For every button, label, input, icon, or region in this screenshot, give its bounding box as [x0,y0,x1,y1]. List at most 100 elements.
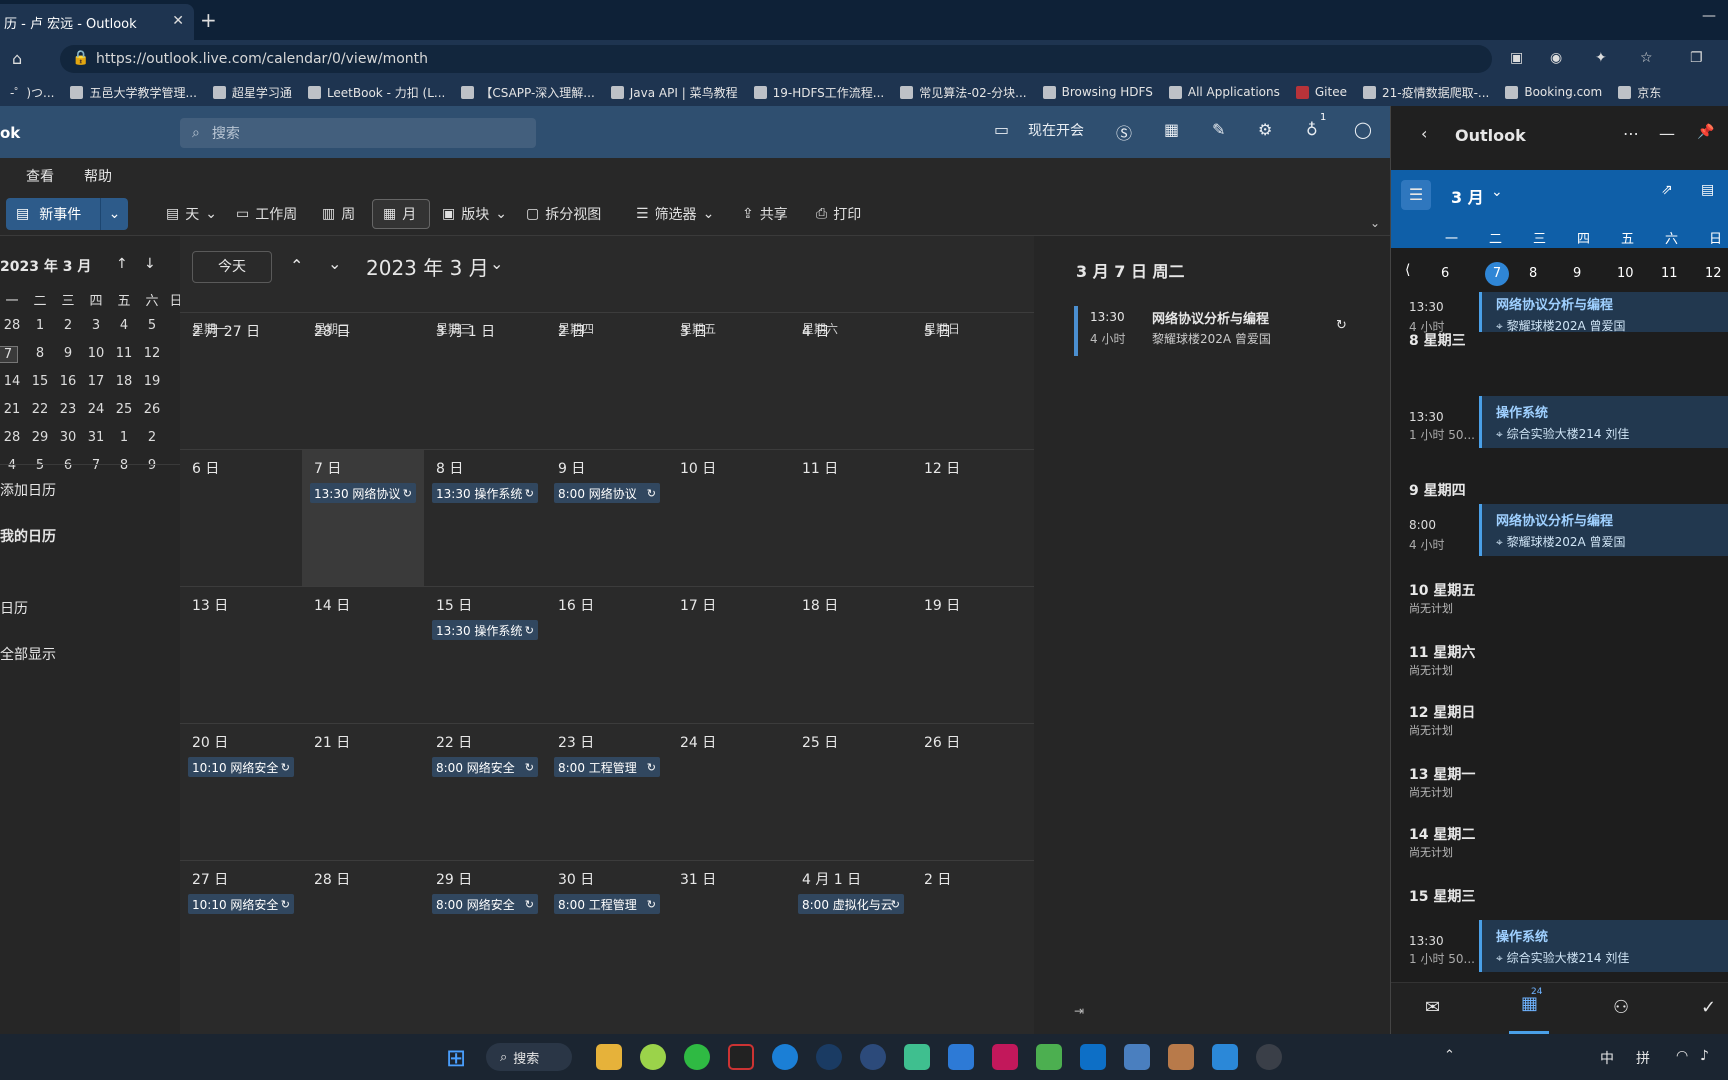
day-cell[interactable]: 16 日 [546,586,668,723]
calendar-event[interactable]: 8:00 工程管理 ↻ [554,757,660,777]
mini-cal-day[interactable]: 7 [82,458,110,473]
app-icon[interactable] [1036,1044,1062,1070]
mini-cal-day[interactable]: 3 [82,318,110,333]
calendar-view-icon[interactable]: ▤ [1701,182,1714,198]
day-cell[interactable]: 28 日 [302,312,424,449]
new-event-button[interactable]: ▤ 新事件 ⌄ [6,198,128,230]
gear-icon[interactable]: ⚙ [1258,120,1272,139]
meet-now-button[interactable]: 现在开会 [1028,120,1084,140]
favorites-icon[interactable]: ☆ [1640,50,1653,66]
day-cell[interactable]: 15 日 13:30 操作系统 ↻ [424,586,546,723]
side-day[interactable]: 6 [1441,266,1449,281]
calendar-app-icon[interactable] [1212,1044,1238,1070]
mail-icon[interactable]: ✉ [1425,997,1440,1018]
view-month-button[interactable]: ▦ 月 [372,199,430,229]
day-cell[interactable]: 29 日 8:00 网络安全 ↻ [424,860,546,997]
filter-button[interactable]: ☰ 筛选器 ⌄ [636,199,714,229]
day-cell[interactable]: 10 日 [668,449,790,586]
mini-cal-day[interactable]: 18 [110,374,138,389]
mini-cal-day[interactable]: 22 [26,402,54,417]
bookmark-item[interactable]: 超星学习通 [212,84,292,101]
check-icon[interactable]: ✓ [1701,997,1716,1018]
chevron-up-icon[interactable]: ⌃ [290,256,303,275]
bookmark-item[interactable]: 【CSAPP-深入理解... [461,84,595,101]
bookmark-item[interactable]: -゜)つ... [10,84,54,101]
chevron-down-icon[interactable]: ⌄ [1491,184,1503,200]
view-board-button[interactable]: ▣ 版块 ⌄ [442,199,507,229]
mini-cal-day[interactable]: 7 [0,346,18,363]
day-cell[interactable]: 5 日 [912,312,1034,449]
bookmark-item[interactable]: Gitee [1295,85,1347,99]
mini-cal-day[interactable]: 23 [54,402,82,417]
chevron-down-icon[interactable]: ⌄ [490,254,503,273]
bookmark-item[interactable]: 常见算法-02-分块... [900,84,1027,101]
mini-cal-day[interactable]: 2 [138,430,166,445]
mini-cal-day[interactable]: 28 [0,430,26,445]
day-cell[interactable]: 6 日 [180,449,302,586]
calendar-event[interactable]: 8:00 网络安全 ↻ [432,894,538,914]
mini-cal-day[interactable]: 1 [26,318,54,333]
more-icon[interactable]: ⋯ [1623,124,1639,143]
day-cell[interactable]: 4 日 [790,312,912,449]
mini-cal-day[interactable]: 17 [82,374,110,389]
side-day[interactable]: 9 [1573,266,1581,281]
day-cell[interactable]: 3 日 [668,312,790,449]
mini-cal-day[interactable]: 15 [26,374,54,389]
side-day[interactable]: 10 [1617,266,1634,281]
bookmark-item[interactable]: Browsing HDFS [1042,85,1153,99]
day-cell[interactable]: 23 日 8:00 工程管理 ↻ [546,723,668,860]
extensions-icon[interactable]: ✦ [1595,50,1607,66]
people-icon[interactable]: ⚇ [1613,997,1629,1018]
media-icon[interactable] [904,1044,930,1070]
calendar-event[interactable]: 8:00 网络协议 ↻ [554,483,660,503]
open-external-icon[interactable]: ⇗ [1661,182,1673,198]
calendar-event[interactable]: 8:00 工程管理 ↻ [554,894,660,914]
vm-icon[interactable] [1080,1044,1106,1070]
day-cell[interactable]: 3 月 1 日 [424,312,546,449]
mini-cal-day[interactable]: 10 [82,346,110,361]
bookmark-item[interactable]: Booking.com [1505,85,1602,99]
split-view-button[interactable]: ▢ 拆分视图 [526,199,601,229]
pin-icon[interactable]: 📌 [1697,124,1714,140]
bookmark-item[interactable]: LeetBook - 力扣 (L... [307,84,445,101]
arrow-up-icon[interactable]: ↑ [116,256,128,272]
calendar-event[interactable]: 13:30 网络协议 ↻ [310,483,416,503]
day-cell[interactable]: 12 日 [912,449,1034,586]
new-tab-icon[interactable]: + [200,8,217,32]
show-all-link[interactable]: 全部显示 [0,644,56,664]
my-calendars-heading[interactable]: 我的日历 [0,526,56,546]
expand-ribbon-icon[interactable]: ⌄ [1370,216,1380,230]
calendar-event[interactable]: 10:10 网络安全 ↻ [188,894,294,914]
mini-cal-day[interactable]: 12 [138,346,166,361]
qq-icon[interactable] [728,1044,754,1070]
taskbar-search[interactable]: ⌕ 搜索 [486,1043,572,1071]
mini-cal-day[interactable]: 2 [54,318,82,333]
day-cell[interactable]: 2 月 27 日 [180,312,302,449]
office-icon[interactable]: ▦ [1164,120,1179,139]
mini-cal-day[interactable]: 8 [26,346,54,361]
vscode-icon[interactable] [948,1044,974,1070]
todo-icon[interactable]: ✎ [1212,120,1225,139]
day-cell[interactable]: 2 日 [912,860,1034,997]
side-day[interactable]: 8 [1529,266,1537,281]
agenda-event[interactable]: 网络协议分析与编程 ⌖ 黎耀球楼202A 曾爱国 [1479,504,1728,556]
mini-cal-day[interactable]: 1 [110,430,138,445]
app-icon[interactable] [860,1044,886,1070]
day-cell[interactable]: 28 日 [302,860,424,997]
back-icon[interactable]: ‹ [1421,124,1427,143]
day-cell[interactable]: 20 日 10:10 网络安全 ↻ [180,723,302,860]
edge-icon[interactable] [772,1044,798,1070]
windows-start-icon[interactable]: ⊞ [446,1044,466,1072]
calendar-event[interactable]: 13:30 操作系统 ↻ [432,620,538,640]
add-calendar-link[interactable]: 添加日历 [0,480,56,500]
side-month[interactable]: 3 月 [1451,184,1484,208]
file-explorer-icon[interactable] [596,1044,622,1070]
minimize-icon[interactable]: — [1659,124,1675,143]
bookmark-item[interactable]: All Applications [1168,85,1280,99]
menu-view[interactable]: 查看 [26,166,54,186]
collapse-pane-icon[interactable]: ⇥ [1074,1004,1084,1018]
jetbrains-icon[interactable] [992,1044,1018,1070]
day-cell[interactable]: 27 日 10:10 网络安全 ↻ [180,860,302,997]
day-cell[interactable]: 8 日 13:30 操作系统 ↻ [424,449,546,586]
app-icon[interactable] [1256,1044,1282,1070]
